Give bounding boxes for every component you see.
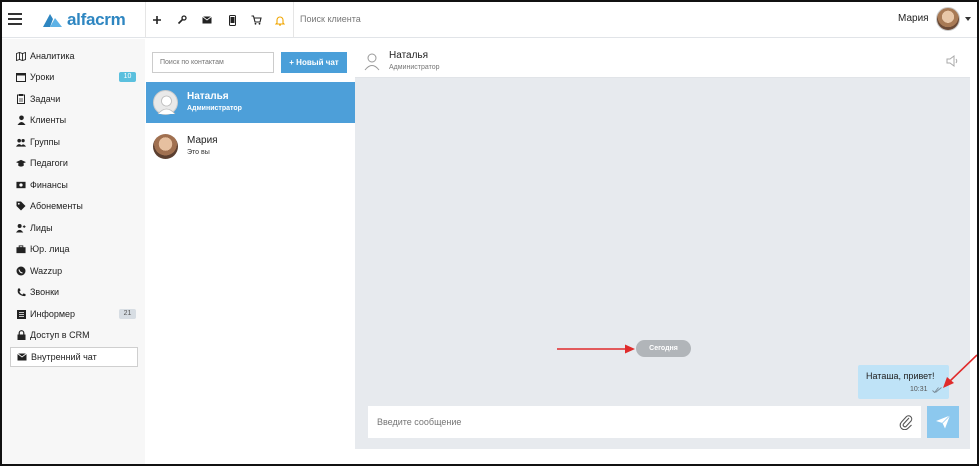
sidebar-item-legal-entities[interactable]: Юр. лица [10,239,138,259]
chat-header: Наталья Администратор [355,44,970,78]
message-time: 10:31 [910,386,928,393]
annotation-arrow-icon [943,354,977,388]
new-chat-button[interactable]: + Новый чат [281,52,347,73]
sidebar-item-wazzup[interactable]: Wazzup [10,261,138,281]
sidebar-item-label: Лиды [30,223,53,233]
wrench-icon[interactable] [170,2,194,38]
bell-icon[interactable] [268,2,292,38]
sidebar-item-label: Внутренний чат [31,352,97,362]
client-search-input[interactable]: Поиск клиента [300,14,361,24]
sidebar: Аналитика Уроки 10 Задачи Клиенты Группы… [2,39,145,464]
clipboard-icon [16,94,26,104]
avatar [153,134,178,159]
sidebar-item-label: Группы [30,137,60,147]
contact-name: Наталья [187,91,229,102]
user-icon [364,53,380,71]
sidebar-item-informer[interactable]: Информер 21 [10,304,138,324]
app-window: alfacrm Поиск клиента Мария Аналитика Ур… [0,0,979,466]
sidebar-item-calls[interactable]: Звонки [10,282,138,302]
sidebar-item-lessons[interactable]: Уроки 10 [10,67,138,87]
briefcase-icon [16,244,26,254]
sidebar-item-subscriptions[interactable]: Абонементы [10,196,138,216]
contact-role: Это вы [187,149,210,156]
graduation-cap-icon [16,158,26,168]
lessons-count-badge: 10 [119,72,136,82]
mail-icon[interactable] [195,2,219,38]
contact-name: Мария [187,135,218,146]
sidebar-item-label: Финансы [30,180,68,190]
message-composer [368,406,921,438]
contacts-panel: + Новый чат Наталья Администратор Мария … [146,44,355,449]
menu-icon[interactable] [8,13,22,25]
speaker-icon[interactable] [946,54,960,68]
map-icon [16,51,26,61]
date-separator: Сегодня [636,340,691,357]
message-text: Наташа, привет! [866,371,935,381]
envelope-icon [17,352,27,362]
divider [293,2,294,38]
sidebar-item-label: Педагоги [30,158,68,168]
sidebar-item-label: Звонки [30,287,60,297]
message-input[interactable] [368,406,888,438]
users-icon [16,137,26,147]
top-bar: alfacrm Поиск клиента Мария [2,2,977,38]
sidebar-item-label: Уроки [30,72,55,82]
user-plus-icon [16,223,26,233]
chat-area: Наталья Администратор Сегодня Наташа, пр… [355,44,970,449]
tag-icon [16,201,26,211]
plus-icon[interactable] [145,2,169,38]
user-icon [16,115,26,125]
sidebar-item-internal-chat[interactable]: Внутренний чат [10,347,138,367]
contact-role: Администратор [187,105,242,112]
informer-count-badge: 21 [119,309,136,319]
sidebar-item-label: Wazzup [30,266,63,276]
sidebar-item-leads[interactable]: Лиды [10,218,138,238]
phone-icon[interactable] [220,2,244,38]
paperclip-icon[interactable] [899,414,913,430]
contact-item-maria[interactable]: Мария Это вы [146,126,355,167]
sidebar-item-tasks[interactable]: Задачи [10,89,138,109]
contact-search-input[interactable] [152,52,274,73]
avatar[interactable] [936,7,960,31]
send-icon [936,415,951,429]
logo-mark-icon [43,14,62,27]
sidebar-item-label: Задачи [30,94,61,104]
sidebar-item-label: Доступ в CRM [30,330,90,340]
sidebar-item-crm-access[interactable]: Доступ в CRM [10,325,138,345]
send-button[interactable] [927,406,959,438]
chat-contact-role: Администратор [389,64,440,71]
sidebar-item-clients[interactable]: Клиенты [10,110,138,130]
whatsapp-icon [16,266,26,276]
sidebar-item-finance[interactable]: Финансы [10,175,138,195]
sidebar-item-groups[interactable]: Группы [10,132,138,152]
chat-contact-name: Наталья [389,50,429,61]
sidebar-item-label: Юр. лица [30,244,70,254]
lock-icon [16,330,26,340]
sidebar-item-label: Аналитика [30,51,75,61]
contact-item-natalia[interactable]: Наталья Администратор [146,82,355,123]
sidebar-item-label: Абонементы [30,201,83,211]
logo-text: alfacrm [67,10,126,29]
logo[interactable]: alfacrm [42,10,126,30]
sidebar-item-analytics[interactable]: Аналитика [10,46,138,66]
cart-icon[interactable] [244,2,268,38]
list-icon [16,309,26,319]
user-name[interactable]: Мария [898,13,929,24]
sidebar-item-label: Информер [30,309,76,319]
avatar [153,90,178,115]
calendar-icon [16,72,26,82]
money-icon [16,180,26,190]
message-bubble[interactable]: Наташа, привет! 10:31 [858,365,949,399]
sidebar-item-label: Клиенты [30,115,67,125]
chevron-down-icon[interactable] [965,17,971,21]
phone-icon [16,287,26,297]
sidebar-item-teachers[interactable]: Педагоги [10,153,138,173]
annotation-arrow-icon [557,344,635,354]
